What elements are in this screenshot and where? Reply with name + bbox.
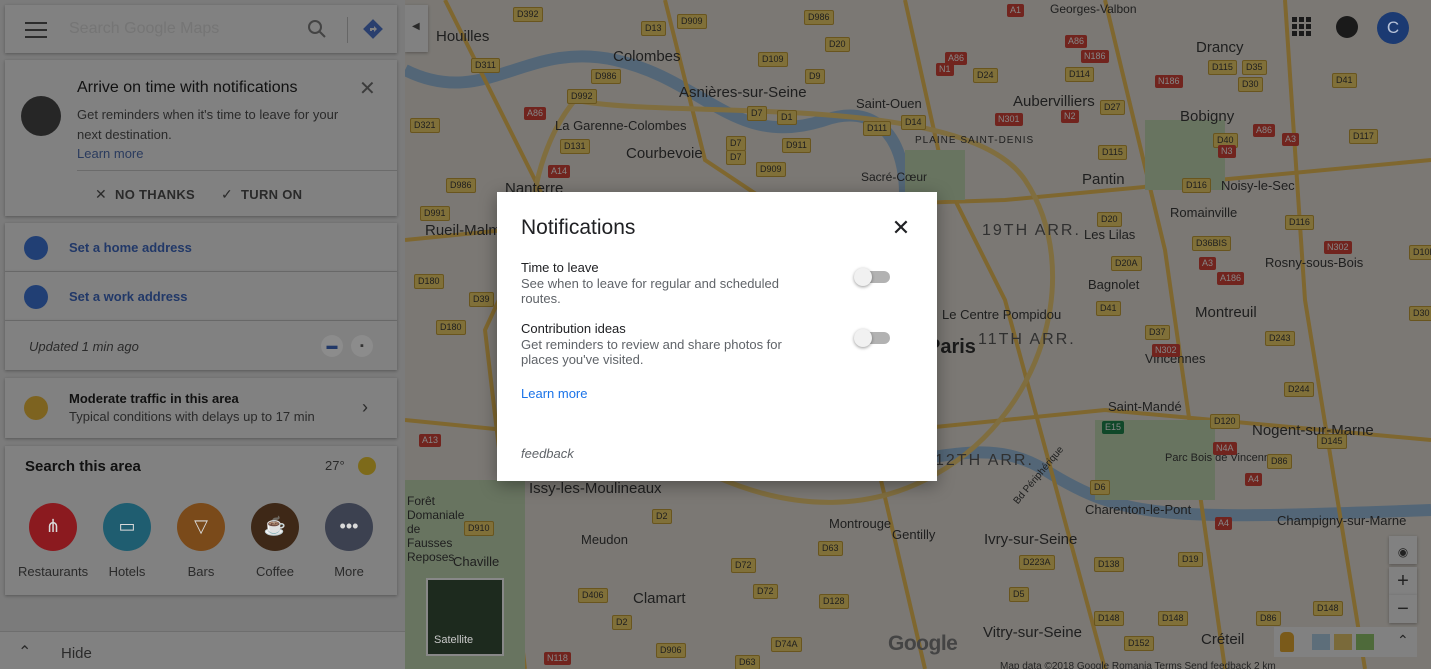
- search-input[interactable]: [69, 20, 294, 38]
- chevron-right-icon: ›: [362, 397, 368, 417]
- home-address-row[interactable]: Set a home address: [5, 223, 397, 272]
- avatar[interactable]: C: [1377, 12, 1409, 44]
- category-label: More: [334, 564, 364, 579]
- satellite-toggle[interactable]: Satellite: [426, 578, 504, 656]
- learn-more-link[interactable]: Learn more: [77, 146, 143, 161]
- search-area-card: Search this area 27° ⋔ Restaurants ▭ Hot…: [5, 446, 397, 595]
- setting-name: Time to leave: [521, 260, 599, 275]
- home-address-label: Set a home address: [69, 240, 192, 255]
- transit-icon[interactable]: ▪: [351, 335, 373, 357]
- more-dots-icon: •••: [325, 503, 373, 551]
- terrain-icon[interactable]: [1312, 634, 1330, 650]
- search-area-title: Search this area: [25, 458, 141, 475]
- promo-title: Arrive on time with notifications: [77, 79, 298, 96]
- pegman-icon[interactable]: [1280, 632, 1294, 652]
- divider: [77, 170, 397, 171]
- home-icon: [24, 236, 48, 260]
- search-icon[interactable]: [307, 19, 327, 39]
- chevron-left-icon: ◀: [412, 21, 420, 32]
- check-icon: ✓: [221, 186, 234, 202]
- google-logo: Google: [888, 632, 958, 655]
- category-label: Hotels: [108, 564, 146, 579]
- promo-body: Get reminders when it's time to leave fo…: [77, 107, 339, 142]
- time-to-leave-toggle[interactable]: [854, 268, 890, 286]
- bed-icon: ▭: [103, 503, 151, 551]
- coffee-cup-icon: ☕: [251, 503, 299, 551]
- setting-description: Get reminders to review and share photos…: [521, 337, 782, 367]
- category-label: Restaurants: [18, 564, 89, 579]
- expand-icon[interactable]: ⌃: [1397, 632, 1409, 649]
- bell-icon[interactable]: [1336, 16, 1358, 38]
- search-divider: [347, 17, 348, 43]
- category-more[interactable]: ••• More: [314, 503, 384, 579]
- setting-description: See when to leave for regular and schedu…: [521, 276, 780, 306]
- toggle-knob: [854, 268, 872, 286]
- learn-more-link[interactable]: Learn more: [521, 386, 587, 401]
- cocktail-icon: ▽: [177, 503, 225, 551]
- dialog-title: Notifications: [521, 216, 636, 239]
- briefcase-icon: [24, 285, 48, 309]
- notifications-dialog: Notifications ✕ Time to leave See when t…: [497, 192, 937, 481]
- bell-icon: [21, 96, 61, 136]
- zoom-out-button[interactable]: −: [1389, 595, 1417, 623]
- updated-text: Updated 1 min ago: [29, 339, 139, 354]
- notification-promo-card: Arrive on time with notifications ✕ Get …: [5, 60, 397, 216]
- no-thanks-label: NO THANKS: [115, 187, 196, 202]
- contribution-ideas-toggle[interactable]: [854, 329, 890, 347]
- traffic-layer-icon[interactable]: [1334, 634, 1352, 650]
- category-coffee[interactable]: ☕ Coffee: [240, 503, 310, 579]
- updated-row: Updated 1 min ago ▬ ▪: [5, 321, 397, 370]
- fork-knife-icon: ⋔: [29, 503, 77, 551]
- no-thanks-button[interactable]: ✕ NO THANKS: [95, 186, 195, 203]
- category-restaurants[interactable]: ⋔ Restaurants: [18, 503, 88, 579]
- sun-icon: [358, 457, 376, 475]
- category-label: Bars: [187, 564, 215, 579]
- traffic-title: Moderate traffic in this area: [69, 391, 239, 406]
- category-label: Coffee: [255, 564, 295, 579]
- close-icon: ✕: [95, 186, 108, 202]
- satellite-label: Satellite: [434, 634, 474, 646]
- map-footer: Map data ©2018 Google Romania Terms Send…: [1000, 661, 1276, 669]
- menu-icon[interactable]: [25, 22, 47, 43]
- turn-on-button[interactable]: ✓ TURN ON: [221, 186, 302, 203]
- work-address-label: Set a work address: [69, 289, 188, 304]
- toggle-knob: [854, 329, 872, 347]
- crosshair-icon: ◉: [1397, 545, 1409, 559]
- traffic-icon: [24, 396, 48, 420]
- chevron-up-icon: ⌃: [18, 644, 32, 661]
- work-address-row[interactable]: Set a work address: [5, 272, 397, 321]
- traffic-card[interactable]: Moderate traffic in this area Typical co…: [5, 378, 397, 438]
- setting-name: Contribution ideas: [521, 321, 626, 336]
- collapse-panel-button[interactable]: ◀: [405, 5, 428, 52]
- setting-contribution-ideas: Contribution ideas Get reminders to revi…: [521, 321, 901, 367]
- close-icon[interactable]: ✕: [359, 76, 376, 101]
- layers-strip[interactable]: ⌃: [1274, 627, 1417, 657]
- directions-icon[interactable]: [361, 17, 385, 41]
- setting-time-to-leave: Time to leave See when to leave for regu…: [521, 260, 901, 306]
- car-icon[interactable]: ▬: [321, 335, 343, 357]
- hide-label: Hide: [61, 645, 92, 662]
- sidebar: Arrive on time with notifications ✕ Get …: [0, 0, 405, 669]
- apps-grid-icon[interactable]: [1292, 17, 1312, 37]
- turn-on-label: TURN ON: [241, 187, 303, 202]
- traffic-subtitle: Typical conditions with delays up to 17 …: [69, 409, 315, 424]
- search-box: [5, 5, 397, 53]
- hide-panel-bar[interactable]: ⌃ Hide: [0, 631, 405, 669]
- bike-layer-icon[interactable]: [1356, 634, 1374, 650]
- category-hotels[interactable]: ▭ Hotels: [92, 503, 162, 579]
- my-location-button[interactable]: ◉: [1389, 536, 1417, 564]
- zoom-in-button[interactable]: +: [1389, 567, 1417, 595]
- feedback-link[interactable]: feedback: [521, 446, 574, 461]
- category-bars[interactable]: ▽ Bars: [166, 503, 236, 579]
- close-icon[interactable]: ✕: [889, 216, 913, 240]
- temperature: 27°: [325, 458, 345, 473]
